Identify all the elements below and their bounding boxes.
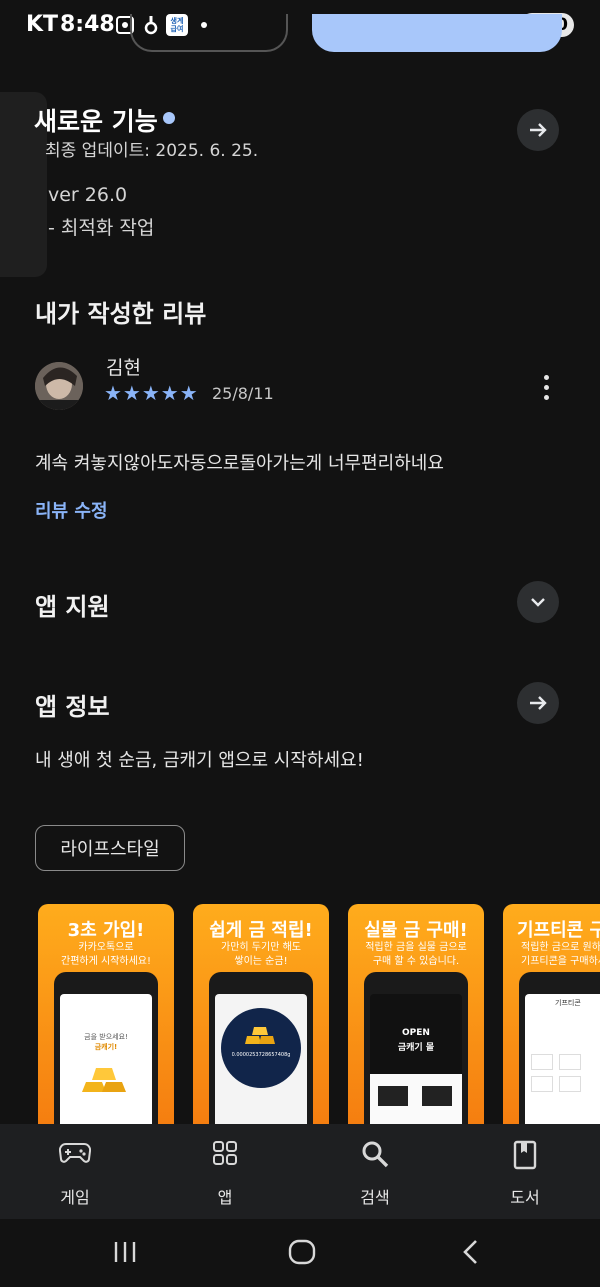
screenshot-subtitle: 카카오톡으로 간편하게 시작하세요! bbox=[61, 942, 151, 967]
gold-bars-icon bbox=[245, 1027, 275, 1044]
screenshot-title: 기프티콘 구 bbox=[517, 920, 600, 941]
brand-tile bbox=[559, 1054, 581, 1070]
outlined-action-button[interactable] bbox=[130, 14, 288, 52]
edit-review-link[interactable]: 리뷰 수정 bbox=[35, 497, 108, 523]
nav-books[interactable]: 도서 bbox=[465, 1124, 585, 1219]
version-text: ver 26.0 bbox=[48, 184, 128, 206]
avatar bbox=[35, 362, 83, 410]
screen-text: 금캐기! bbox=[94, 1043, 118, 1051]
back-icon[interactable] bbox=[460, 1239, 482, 1269]
app-description: 내 생애 첫 순금, 금캐기 앱으로 시작하세요! bbox=[35, 750, 364, 771]
screenshot-subtitle: 적립한 금으로 원하 기프티콘을 구매하세 bbox=[521, 942, 600, 967]
phone-mockup: 0.0000253728657408g bbox=[209, 972, 313, 1144]
brand-tile bbox=[531, 1076, 553, 1092]
changelog-text: - 최적화 작업 bbox=[48, 217, 155, 239]
arrow-right-icon bbox=[530, 123, 547, 137]
app-support-title: 앱 지원 bbox=[35, 593, 110, 621]
gamepad-icon bbox=[15, 1140, 135, 1171]
screen-text: 기프티콘 bbox=[555, 999, 581, 1007]
brand-tile bbox=[531, 1054, 553, 1070]
last-update-text: 최종 업데이트: 2025. 6. 25. bbox=[45, 141, 259, 161]
screenshot-title: 쉽게 금 적립! bbox=[209, 920, 313, 941]
apps-grid-icon bbox=[165, 1140, 285, 1173]
filled-action-button[interactable] bbox=[312, 14, 562, 52]
review-text: 계속 켜놓지않아도자동으로돌아가는게 너무편리하네요 bbox=[35, 453, 444, 474]
search-icon bbox=[315, 1140, 435, 1175]
star-rating: ★★★★★ bbox=[104, 381, 199, 405]
category-chip[interactable]: 라이프스타일 bbox=[35, 825, 185, 871]
screenshot-title: 3초 가입! bbox=[67, 920, 145, 941]
book-icon bbox=[465, 1140, 585, 1177]
nav-label: 앱 bbox=[217, 1188, 233, 1207]
screenshot-3[interactable]: 실물 금 구매! 적립한 금을 실물 금으로 구매 할 수 있습니다. OPEN… bbox=[348, 904, 484, 1144]
product-image bbox=[422, 1086, 452, 1106]
whats-new-arrow-button[interactable] bbox=[517, 109, 559, 151]
screen-text: 0.0000253728657408g bbox=[231, 1052, 291, 1058]
screenshot-1[interactable]: 3초 가입! 카카오톡으로 간편하게 시작하세요! 금을 받으세요! 금캐기! bbox=[38, 904, 174, 1144]
arrow-right-icon bbox=[530, 696, 547, 710]
recent-apps-icon[interactable] bbox=[112, 1239, 138, 1269]
clock: 8:48 bbox=[60, 12, 115, 37]
carrier-label: KT bbox=[26, 12, 59, 37]
home-icon[interactable] bbox=[288, 1239, 316, 1269]
nav-apps[interactable]: 앱 bbox=[165, 1124, 285, 1219]
reviewer-name: 김현 bbox=[106, 357, 141, 379]
gold-balance-circle bbox=[221, 1008, 301, 1088]
phone-mockup: 금을 받으세요! 금캐기! bbox=[54, 972, 158, 1144]
gold-bars-icon bbox=[82, 1068, 126, 1092]
bottom-navigation: 게임 앱 검색 도서 bbox=[0, 1124, 600, 1219]
phone-mockup: OPEN 금캐기 몰 bbox=[364, 972, 468, 1144]
screen-text: 금캐기 몰 bbox=[397, 1043, 435, 1053]
screenshot-subtitle: 가만히 두기만 해도 쌓이는 순금! bbox=[221, 942, 301, 967]
new-indicator-dot bbox=[163, 112, 175, 124]
more-options-icon[interactable] bbox=[536, 374, 556, 402]
phone-mockup: 기프티콘 bbox=[519, 972, 600, 1144]
nav-search[interactable]: 검색 bbox=[315, 1124, 435, 1219]
screenshot-2[interactable]: 쉽게 금 적립! 가만히 두기만 해도 쌓이는 순금! 0.0000253728… bbox=[193, 904, 329, 1144]
nav-label: 검색 bbox=[360, 1188, 390, 1207]
app-support-expand-button[interactable] bbox=[517, 581, 559, 623]
whats-new-title: 새로운 기능 bbox=[34, 107, 158, 136]
screenshot-4[interactable]: 기프티콘 구 적립한 금으로 원하 기프티콘을 구매하세 기프티콘 bbox=[503, 904, 600, 1144]
app-info-arrow-button[interactable] bbox=[517, 682, 559, 724]
product-image bbox=[378, 1086, 408, 1106]
app-info-title: 앱 정보 bbox=[35, 693, 110, 721]
my-review-title: 내가 작성한 리뷰 bbox=[35, 300, 207, 328]
review-date: 25/8/11 bbox=[212, 384, 274, 403]
screen-text: 금을 받으세요! bbox=[84, 1033, 128, 1041]
nav-label: 도서 bbox=[510, 1188, 540, 1207]
nav-label: 게임 bbox=[60, 1188, 90, 1207]
screenshot-title: 실물 금 구매! bbox=[364, 920, 468, 941]
screenshot-subtitle: 적립한 금을 실물 금으로 구매 할 수 있습니다. bbox=[365, 942, 467, 967]
screen-text: OPEN bbox=[402, 1028, 430, 1038]
brand-tile bbox=[559, 1076, 581, 1092]
system-navigation-bar bbox=[0, 1219, 600, 1287]
chevron-down-icon bbox=[531, 598, 545, 607]
nav-games[interactable]: 게임 bbox=[15, 1124, 135, 1219]
